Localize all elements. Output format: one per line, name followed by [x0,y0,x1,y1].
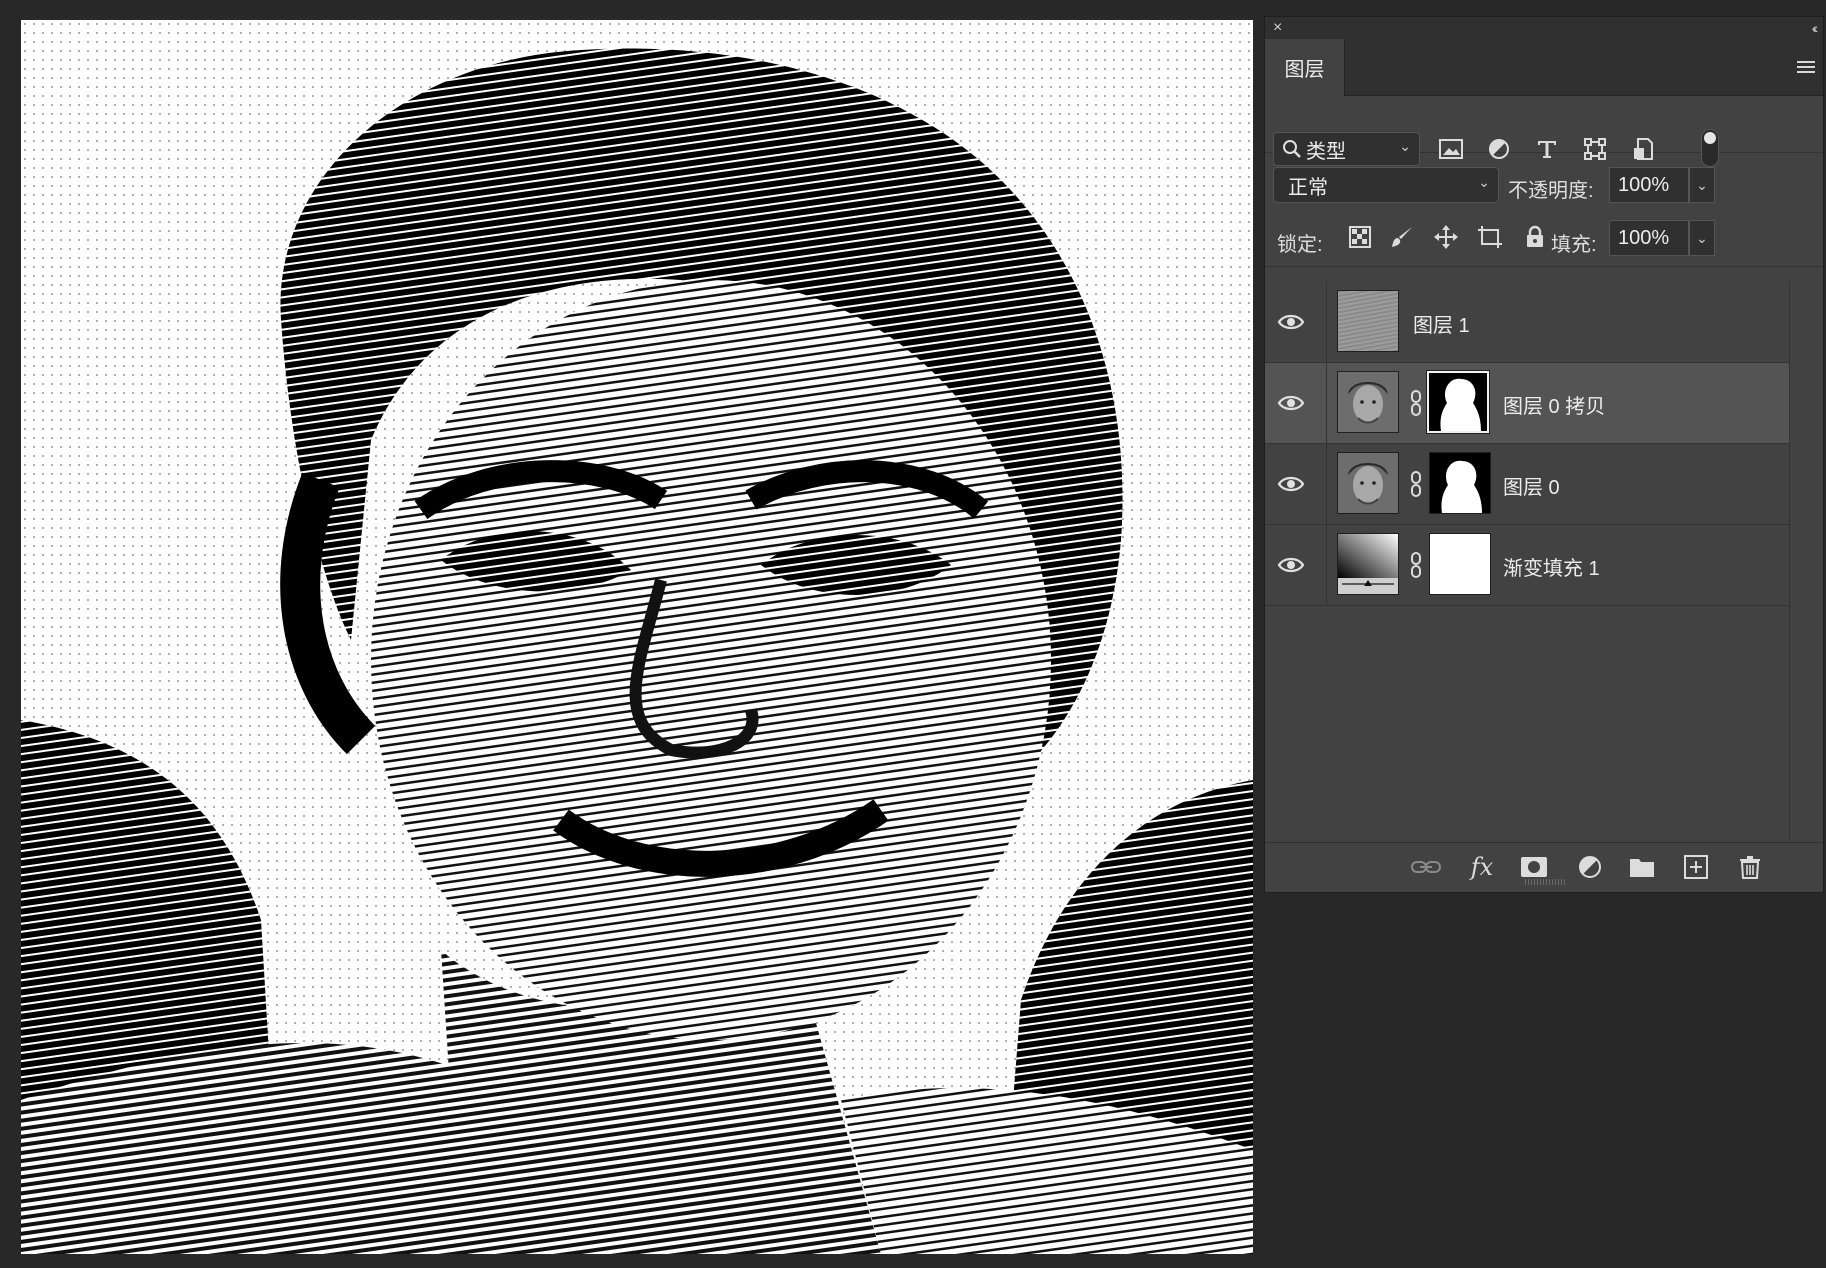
lock-all-icon[interactable] [1522,224,1548,250]
halftone-portrait-image [21,20,1253,1254]
panel-resize-grip[interactable] [1525,879,1565,885]
new-layer-icon[interactable] [1681,853,1711,881]
chevron-down-icon: ⌄ [1399,138,1411,154]
row-divider [1326,444,1327,525]
layer-row[interactable]: 图层 1 [1265,282,1789,363]
blend-mode-select[interactable]: 正常 ⌄ [1273,167,1499,203]
link-layers-icon[interactable] [1411,853,1441,881]
panel-tab-bar: 图层 [1265,39,1823,96]
layer-name[interactable]: 渐变填充 1 [1503,552,1600,581]
opacity-value: 100% [1618,173,1670,196]
layer-row[interactable]: 渐变填充 1 [1265,525,1789,606]
fill-dropdown-button[interactable]: ⌄ [1689,220,1715,256]
panel-topbar: × ‹‹ [1265,17,1823,39]
layer-name[interactable]: 图层 0 拷贝 [1503,390,1605,419]
opacity-dropdown-button[interactable]: ⌄ [1689,167,1715,203]
row-divider [1326,363,1327,444]
adjustment-layer-icon[interactable] [1575,853,1605,881]
opacity-input[interactable]: 100% [1609,167,1689,203]
layer-row[interactable]: 图层 0 [1265,444,1789,525]
row-divider [1326,282,1327,363]
layer-mask-thumbnail[interactable] [1426,370,1490,434]
layer-thumbnail[interactable] [1337,290,1399,352]
layer-mask-thumbnail[interactable] [1429,533,1491,595]
layer-mask-thumbnail[interactable] [1429,452,1491,514]
tab-layers[interactable]: 图层 [1265,39,1345,96]
document-canvas[interactable] [21,20,1253,1254]
layer-name[interactable]: 图层 1 [1413,309,1470,338]
chevron-down-icon: ⌄ [1478,174,1490,190]
blend-mode-value: 正常 [1288,176,1328,199]
layer-row[interactable]: 图层 0 拷贝 [1265,363,1789,444]
panel-menu-icon[interactable] [1797,61,1815,75]
layers-list: 图层 1 图层 0 拷贝 图层 0 渐变填充 1 [1265,282,1790,842]
new-group-icon[interactable] [1627,853,1657,881]
lock-fill-row: 锁定: 填充: 100% ⌄ [1265,210,1823,267]
opacity-label: 不透明度: [1508,180,1594,202]
lock-label: 锁定: [1277,234,1323,256]
fill-input[interactable]: 100% [1609,220,1689,256]
tab-layers-label: 图层 [1284,59,1325,81]
layer-filter-row: 类型 ⌄ [1265,96,1823,167]
layer-name[interactable]: 图层 0 [1503,471,1560,500]
mask-link-icon[interactable] [1409,552,1423,578]
layers-panel: × ‹‹ 图层 类型 ⌄ 正常 ⌄ 不透明度: 100% ⌄ 锁定: 填充: 1… [1264,16,1824,893]
collapse-icon[interactable]: ‹‹ [1812,19,1819,37]
close-icon[interactable]: × [1273,19,1282,37]
layer-thumbnail[interactable] [1337,371,1399,433]
visibility-eye-icon[interactable] [1277,310,1305,334]
photoshop-window: × ‹‹ 图层 类型 ⌄ 正常 ⌄ 不透明度: 100% ⌄ 锁定: 填充: 1… [0,0,1826,1268]
lock-transparency-icon[interactable] [1347,224,1373,250]
mask-link-icon[interactable] [1409,390,1423,416]
gradient-fill-thumbnail[interactable] [1337,533,1399,595]
lock-artboard-icon[interactable] [1477,224,1503,250]
fill-value: 100% [1618,226,1670,249]
delete-layer-icon[interactable] [1735,853,1765,881]
layer-thumbnail[interactable] [1337,452,1399,514]
fx-label: fx [1470,853,1494,881]
fx-icon[interactable]: fx [1467,853,1497,881]
visibility-eye-icon[interactable] [1277,472,1305,496]
fill-label: 填充: [1551,234,1597,256]
lock-image-pixels-icon[interactable] [1389,224,1415,250]
visibility-eye-icon[interactable] [1277,553,1305,577]
blend-opacity-row: 正常 ⌄ 不透明度: 100% ⌄ [1265,154,1823,210]
lock-position-icon[interactable] [1433,224,1459,250]
row-divider [1326,525,1327,606]
visibility-eye-icon[interactable] [1277,391,1305,415]
mask-link-icon[interactable] [1409,471,1423,497]
add-mask-icon[interactable] [1519,853,1549,881]
